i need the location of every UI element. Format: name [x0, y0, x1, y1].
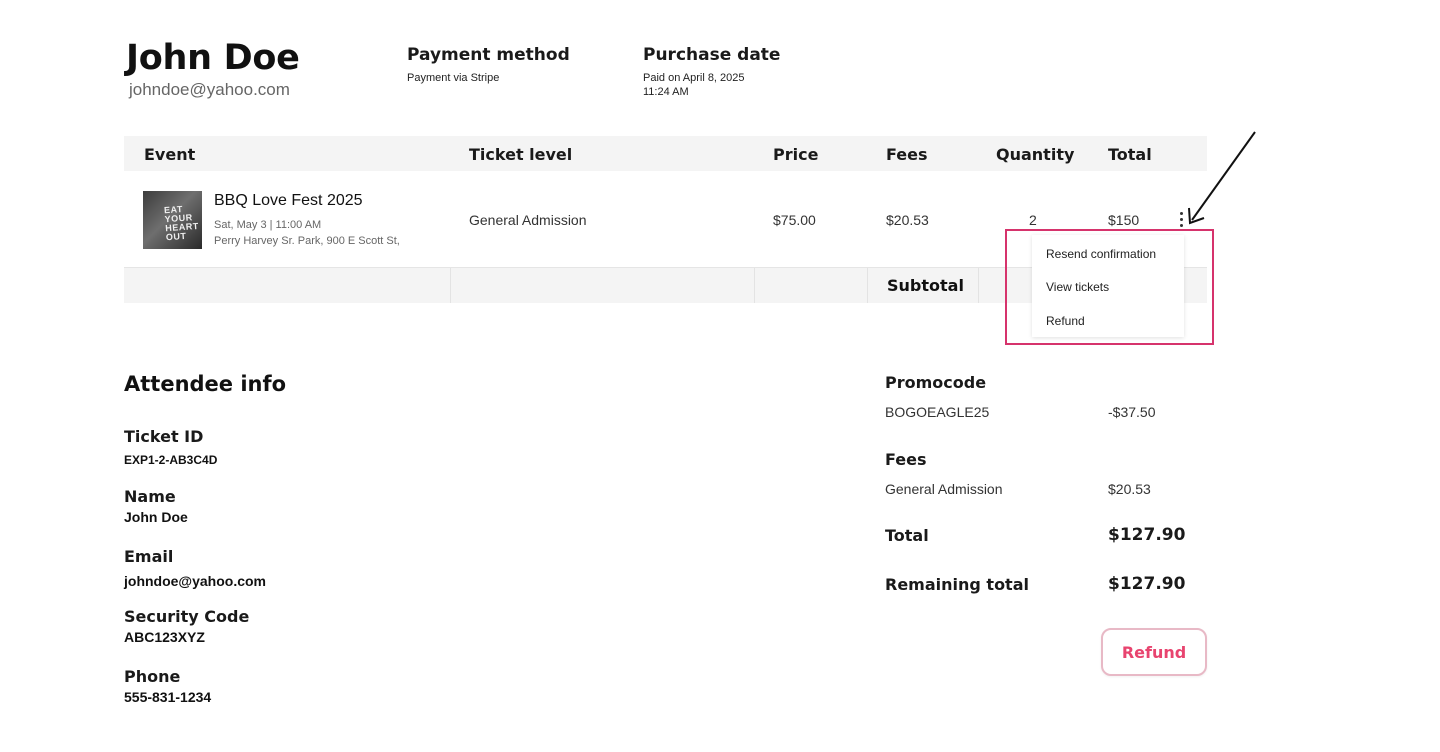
arrow-annotation-icon — [1188, 131, 1256, 225]
promocode-amount: -$37.50 — [1108, 404, 1156, 420]
remaining-total-amount: $127.90 — [1108, 574, 1186, 594]
quantity-cell: 2 — [1029, 212, 1037, 228]
header-ticket-level: Ticket level — [469, 145, 573, 164]
promocode-value: BOGOEAGLE25 — [885, 404, 990, 420]
fees-item: General Admission — [885, 481, 1003, 497]
name-label: Name — [124, 487, 176, 506]
fees-title: Fees — [885, 450, 927, 469]
ticket-id-label: Ticket ID — [124, 427, 204, 446]
price-cell: $75.00 — [773, 212, 816, 228]
phone-label: Phone — [124, 667, 181, 686]
total-label: Total — [885, 526, 929, 545]
event-date: Sat, May 3 | 11:00 AM — [214, 219, 322, 231]
subtotal-cell-divider — [978, 268, 979, 303]
event-location: Perry Harvey Sr. Park, 900 E Scott St, — [214, 235, 400, 247]
total-cell: $150 — [1108, 212, 1140, 228]
header-fees: Fees — [886, 145, 928, 164]
menu-highlight-box — [1005, 229, 1214, 345]
subtotal-cell-divider — [867, 268, 868, 303]
refund-button[interactable]: Refund — [1101, 628, 1207, 676]
payment-method-value: Payment via Stripe — [407, 72, 500, 84]
subtotal-cell-divider — [754, 268, 755, 303]
purchase-date-title: Purchase date — [643, 45, 781, 65]
event-thumbnail: EAT YOUR HEART OUT — [143, 191, 202, 249]
event-name: BBQ Love Fest 2025 — [214, 192, 363, 209]
security-code-value: ABC123XYZ — [124, 629, 205, 645]
header-total: Total — [1108, 145, 1152, 164]
email-value: johndoe@yahoo.com — [124, 573, 266, 589]
email-label: Email — [124, 547, 174, 566]
customer-name: John Doe — [126, 38, 300, 78]
customer-email: johndoe@yahoo.com — [129, 80, 290, 99]
purchase-time-line: 11:24 AM — [643, 86, 689, 98]
fees-cell: $20.53 — [886, 212, 929, 228]
total-amount: $127.90 — [1108, 525, 1186, 545]
attendee-info-title: Attendee info — [124, 372, 287, 396]
header-event: Event — [144, 145, 196, 164]
ticket-id-value: EXP1-2-AB3C4D — [124, 453, 218, 467]
ticket-level-cell: General Admission — [469, 212, 587, 228]
name-value: John Doe — [124, 509, 188, 525]
header-price: Price — [773, 145, 819, 164]
payment-method-title: Payment method — [407, 45, 570, 65]
promocode-title: Promocode — [885, 373, 987, 392]
subtotal-label: Subtotal — [887, 276, 964, 295]
header-quantity: Quantity — [996, 145, 1075, 164]
thumbnail-text: EAT YOUR HEART OUT — [163, 203, 200, 243]
security-code-label: Security Code — [124, 607, 250, 626]
remaining-total-label: Remaining total — [885, 575, 1029, 594]
subtotal-cell-divider — [450, 268, 451, 303]
fees-amount: $20.53 — [1108, 481, 1151, 497]
purchase-date-line: Paid on April 8, 2025 — [643, 72, 745, 84]
phone-value: 555-831-1234 — [124, 689, 212, 705]
